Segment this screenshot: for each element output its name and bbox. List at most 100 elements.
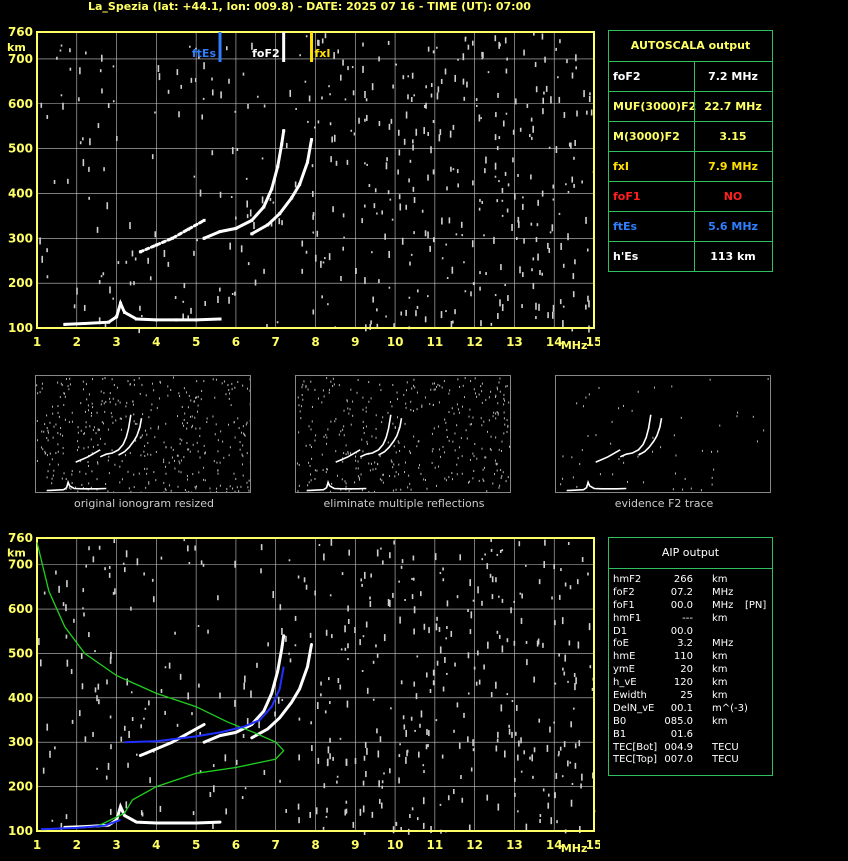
noise-speck (82, 607, 84, 610)
aip-key: Ewidth (613, 690, 647, 702)
thumb-trace (595, 449, 621, 463)
thumb-speck (90, 438, 92, 441)
noise-speck (236, 148, 239, 152)
noise-speck (500, 264, 502, 271)
noise-speck (397, 169, 399, 175)
thumb-speck (214, 433, 216, 436)
thumb-speck (483, 420, 485, 423)
y-tick-label: 100 (8, 824, 33, 838)
noise-speck (427, 744, 429, 748)
echo-point (202, 236, 206, 240)
y-tick-label: 700 (8, 52, 33, 66)
thumb-speck (453, 412, 455, 415)
thumb-speck (138, 377, 140, 380)
noise-speck (409, 159, 412, 163)
thumb-speck (404, 422, 406, 425)
noise-speck (427, 174, 429, 181)
x-tick-label: 7 (272, 838, 280, 852)
y-unit-label: km (7, 41, 26, 54)
noise-speck (230, 195, 233, 198)
noise-speck (403, 724, 406, 730)
noise-speck (327, 677, 330, 681)
thumb-speck (61, 477, 63, 480)
noise-speck (261, 196, 264, 204)
thumb-speck (37, 439, 39, 442)
thumb-speck (446, 429, 448, 432)
noise-speck (354, 627, 356, 634)
noise-speck (588, 623, 591, 631)
thumb-speck (307, 484, 309, 487)
noise-speck (178, 111, 180, 118)
noise-speck (183, 539, 186, 542)
thumb-speck (199, 427, 201, 430)
noise-speck (439, 803, 442, 806)
thumb-speck (456, 424, 458, 427)
noise-speck (340, 648, 343, 651)
noise-speck (456, 595, 459, 599)
noise-speck (378, 780, 380, 788)
thumb-speck (197, 450, 199, 453)
noise-speck (562, 305, 565, 308)
thumb-speck (349, 408, 351, 411)
thumb-speck (403, 471, 405, 474)
thumb-speck (242, 384, 244, 387)
autoscala-key: ftEs (613, 220, 638, 233)
thumb-speck (44, 423, 46, 426)
y-tick-label: 200 (8, 276, 33, 290)
noise-speck (514, 792, 516, 797)
thumb-speck (315, 434, 317, 437)
thumb-speck (92, 378, 94, 381)
noise-speck (380, 802, 383, 809)
thumb-speck (472, 477, 474, 480)
noise-speck (365, 114, 368, 121)
noise-speck (89, 138, 91, 146)
noise-speck (553, 721, 555, 724)
noise-speck (517, 754, 519, 761)
thumb-speck (40, 446, 42, 449)
thumb-speck (478, 393, 480, 396)
aip-unit: TECU (712, 741, 739, 753)
thumb-speck (187, 448, 189, 451)
thumb-speck (195, 427, 197, 430)
noise-speck (183, 283, 186, 289)
noise-speck (301, 240, 304, 247)
noise-speck (585, 216, 587, 224)
thumb-speck (496, 388, 498, 391)
thumb-speck (328, 391, 330, 394)
x-tick-label: 6 (232, 838, 240, 852)
thumb-speck (147, 441, 149, 444)
noise-speck (289, 89, 292, 97)
noise-speck (393, 323, 395, 328)
thumb-speck (176, 454, 178, 457)
thumb-speck (562, 455, 564, 458)
thumb-speck (129, 383, 131, 386)
x-tick-label: 4 (152, 335, 160, 349)
aip-value: 00.0 (670, 625, 693, 637)
thumb-speck (398, 473, 400, 476)
thumb-speck (366, 440, 368, 443)
thumb-speck (432, 404, 434, 407)
aip-unit: MHz (712, 638, 734, 650)
noise-speck (231, 147, 234, 155)
thumb-speck (241, 463, 243, 466)
noise-speck (387, 190, 390, 195)
noise-speck (504, 171, 507, 176)
aip-value: 120 (673, 677, 693, 689)
thumb-speck (300, 417, 302, 420)
noise-speck (423, 770, 425, 774)
noise-speck (69, 48, 71, 53)
noise-speck (531, 754, 534, 762)
noise-speck (402, 715, 405, 720)
noise-speck (568, 640, 571, 646)
thumb-speck (380, 389, 382, 392)
thumb-speck (133, 486, 135, 489)
y-tick-label: 600 (8, 97, 33, 111)
thumb-speck (358, 476, 360, 479)
thumb-speck (220, 430, 222, 433)
noise-speck (191, 712, 193, 716)
thumb-speck (503, 417, 505, 420)
noise-speck (189, 45, 191, 48)
noise-speck (518, 740, 520, 747)
noise-speck (148, 700, 150, 706)
thumb-speck (476, 395, 478, 398)
